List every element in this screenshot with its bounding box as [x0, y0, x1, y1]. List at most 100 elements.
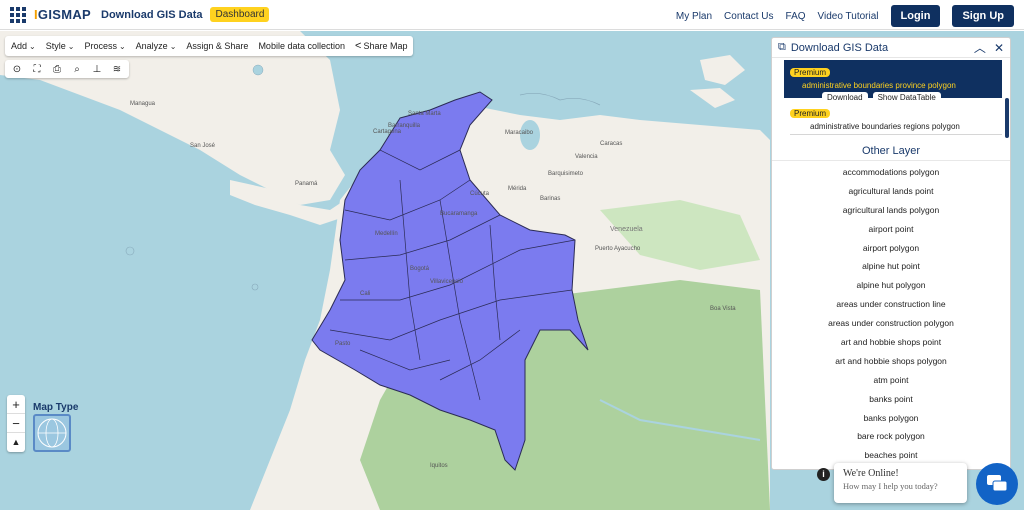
nav-my-plan[interactable]: My Plan: [676, 11, 712, 22]
add-label: Add: [11, 41, 28, 51]
map-label-valencia: Valencia: [575, 154, 598, 160]
premium-badge: Premium: [790, 68, 831, 77]
chevron-down-icon: ⌄: [29, 41, 36, 51]
layer-item[interactable]: atm point: [772, 371, 1010, 390]
chat-help-text: How may I help you today?: [843, 481, 938, 491]
map-label-barquisimeto: Barquisimeto: [548, 171, 584, 177]
app-title: Download GIS Data: [101, 8, 203, 21]
chat-button[interactable]: [976, 463, 1018, 505]
selected-layer-actions: Download Show DataTable: [822, 92, 996, 103]
chat-icon: [987, 475, 1008, 492]
map-label-san-jose: San José: [190, 143, 216, 149]
print-icon[interactable]: ⎙: [51, 64, 63, 75]
mobile-data-collection-menu[interactable]: Mobile data collection: [258, 41, 345, 51]
dashboard-button[interactable]: Dashboard: [210, 7, 270, 22]
reset-north-button[interactable]: ▲: [7, 433, 25, 452]
layer-item[interactable]: agricultural lands polygon: [772, 201, 1010, 220]
close-icon[interactable]: ✕: [994, 41, 1004, 55]
layers-icon[interactable]: ≋: [111, 64, 123, 75]
map-type-thumbnail[interactable]: [33, 414, 71, 452]
login-button[interactable]: Login: [890, 5, 941, 27]
layer-item[interactable]: art and hobbie shops polygon: [772, 352, 1010, 371]
analyze-label: Analyze: [135, 41, 168, 51]
zoom-out-button[interactable]: −: [7, 414, 25, 433]
map-label-pasto: Pasto: [335, 341, 351, 347]
search-icon[interactable]: ⌕: [71, 64, 83, 75]
venezuela-coast-island: [700, 55, 745, 85]
zoom-in-button[interactable]: +: [7, 395, 25, 414]
style-label: Style: [45, 41, 66, 51]
process-label: Process: [84, 41, 117, 51]
add-menu[interactable]: Add ⌄: [11, 41, 36, 51]
layer-item[interactable]: airport polygon: [772, 239, 1010, 258]
layer-item[interactable]: agricultural lands point: [772, 182, 1010, 201]
download-icon: ⧉: [778, 41, 786, 53]
layer-item[interactable]: alpine hut point: [772, 257, 1010, 276]
map-type-label: Map Type: [33, 402, 79, 413]
signup-button[interactable]: Sign Up: [952, 5, 1014, 27]
map-label-caracas: Caracas: [600, 141, 623, 147]
collapse-icon[interactable]: ︿: [974, 39, 986, 56]
map-label-merida: Mérida: [508, 186, 527, 192]
island-3: [251, 283, 259, 291]
panel-title: Download GIS Data: [790, 41, 889, 54]
map-label-cucuta: Cúcuta: [470, 191, 490, 197]
caribbean-island-2: [690, 88, 735, 108]
nav-video-tutorial[interactable]: Video Tutorial: [818, 11, 879, 22]
island-2: [125, 246, 135, 256]
layer-item[interactable]: alpine hut polygon: [772, 276, 1010, 295]
fullscreen-icon[interactable]: ⛶: [31, 64, 43, 75]
map-label-bucaramanga: Bucaramanga: [440, 211, 478, 217]
nav-contact-us[interactable]: Contact Us: [724, 11, 773, 22]
map-label-barinas: Barinas: [540, 196, 561, 202]
map-label-iquitos: Iquitos: [430, 463, 448, 469]
top-nav: My Plan Contact Us FAQ Video Tutorial Lo…: [676, 5, 1014, 27]
layer-item[interactable]: bare rock polygon: [772, 427, 1010, 446]
layer-item[interactable]: banks point: [772, 390, 1010, 409]
map-label-medellin: Medellín: [375, 231, 398, 237]
logo[interactable]: IGISMAP: [34, 7, 91, 22]
map-label-venezuela: Venezuela: [610, 226, 643, 233]
style-menu[interactable]: Style ⌄: [46, 41, 75, 51]
map-label-villavicencio: Villavicencio: [430, 279, 463, 285]
share-map-label: Share Map: [363, 41, 408, 51]
selected-layer[interactable]: Premium administrative boundaries provin…: [784, 60, 1002, 103]
process-menu[interactable]: Process ⌄: [84, 41, 125, 51]
measure-icon[interactable]: ⊥: [91, 64, 103, 75]
top-bar: IGISMAP Download GIS Data Dashboard My P…: [0, 0, 1024, 30]
layer-item-regions[interactable]: Premium administrative boundaries region…: [790, 103, 1002, 135]
map-label-puerto-ayacucho: Puerto Ayacucho: [595, 246, 641, 252]
assign-share-menu[interactable]: Assign & Share: [186, 41, 248, 51]
share-map-button[interactable]: < Share Map: [355, 40, 407, 52]
nav-faq[interactable]: FAQ: [786, 11, 806, 22]
map-label-boa-vista: Boa Vista: [710, 306, 736, 312]
map-label-panama: Panamá: [295, 181, 318, 187]
map-label-cartagena: Cartagena: [373, 129, 402, 135]
info-icon[interactable]: i: [817, 468, 830, 481]
premium-badge: Premium: [790, 109, 831, 118]
layer-item[interactable]: art and hobbie shops point: [772, 333, 1010, 352]
panel-scrollbar[interactable]: [1005, 98, 1009, 138]
map-label-santa-marta: Santa Marta: [408, 111, 441, 117]
chat-online-text: We're Online!: [843, 468, 899, 479]
layer-item[interactable]: areas under construction line: [772, 295, 1010, 314]
map-toolbar: Add ⌄ Style ⌄ Process ⌄ Analyze ⌄ Assign & S…: [5, 36, 414, 56]
chevron-down-icon: ⌄: [169, 41, 177, 51]
panel-header: ⧉ Download GIS Data ︿ ✕: [772, 38, 1010, 58]
apps-grid-icon[interactable]: [10, 6, 26, 23]
share-icon: <: [355, 40, 362, 52]
layer-item[interactable]: banks polygon: [772, 409, 1010, 428]
layer-item[interactable]: accommodations polygon: [772, 163, 1010, 182]
show-datatable-button[interactable]: Show DataTable: [872, 92, 941, 103]
chat-popup[interactable]: We're Online! How may I help you today?: [834, 463, 967, 503]
analyze-menu[interactable]: Analyze ⌄: [136, 41, 177, 51]
layer-item[interactable]: airport point: [772, 220, 1010, 239]
download-button[interactable]: Download: [822, 92, 868, 103]
selected-layer-name: administrative boundaries province polyg…: [802, 81, 956, 90]
globe-icon: [37, 418, 67, 448]
layer-item[interactable]: areas under construction polygon: [772, 314, 1010, 333]
locate-icon[interactable]: ⊙: [11, 64, 23, 75]
map-label-cali: Cali: [360, 291, 371, 297]
layer-name: administrative boundaries regions polygo…: [810, 122, 960, 131]
central-america-land: [0, 31, 345, 205]
